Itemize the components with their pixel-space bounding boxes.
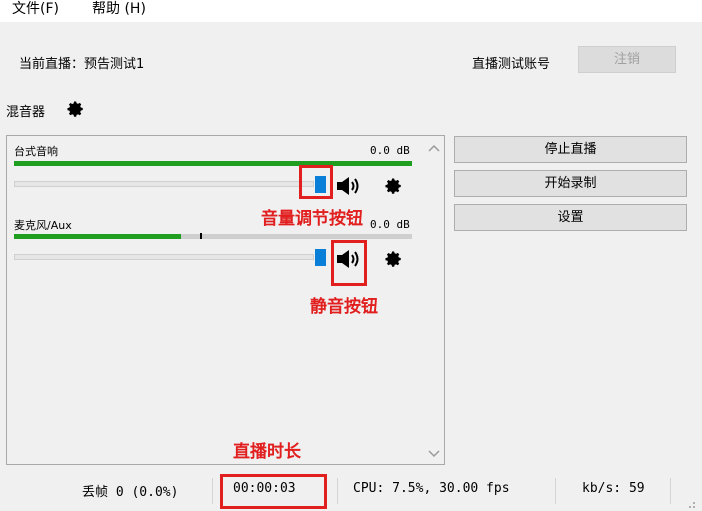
volume-annotation: 音量调节按钮 — [261, 209, 363, 229]
status-divider — [212, 478, 213, 504]
status-divider — [337, 478, 338, 504]
peak-marker — [200, 233, 202, 239]
track-db-value: 0.0 dB — [370, 218, 410, 231]
account-label: 直播测试账号 — [472, 57, 551, 72]
mixer-title: 混音器 — [6, 105, 46, 120]
volume-slider-track[interactable] — [14, 181, 314, 187]
menu-file[interactable]: 文件(F) — [12, 0, 59, 18]
duration-annotation: 直播时长 — [233, 442, 301, 462]
menu-bar: 文件(F) 帮助 (H) — [0, 0, 702, 22]
menu-help[interactable]: 帮助 (H) — [92, 0, 146, 18]
mute-annotation: 静音按钮 — [310, 297, 378, 317]
mixer-gear-icon[interactable] — [67, 100, 85, 118]
volume-highlight-box — [299, 165, 333, 199]
track-name: 台式音响 — [14, 145, 58, 158]
speaker-icon[interactable] — [336, 176, 362, 196]
scroll-down-icon[interactable] — [428, 449, 440, 459]
start-record-button[interactable]: 开始录制 — [454, 170, 687, 197]
status-divider — [670, 478, 671, 504]
volume-meter — [14, 161, 412, 166]
track-name: 麦克风/Aux — [14, 219, 72, 232]
track-gear-icon[interactable] — [385, 250, 403, 268]
scroll-up-icon[interactable] — [428, 143, 440, 153]
volume-slider-track[interactable] — [14, 254, 314, 260]
stream-time: 00:00:03 — [233, 481, 296, 496]
stop-stream-button[interactable]: 停止直播 — [454, 136, 687, 163]
track-db-value: 0.0 dB — [370, 144, 410, 157]
track-gear-icon[interactable] — [385, 177, 403, 195]
kbps: kb/s: 59 — [582, 481, 645, 496]
volume-meter — [14, 233, 412, 239]
logout-button[interactable]: 注销 — [578, 46, 676, 73]
volume-slider-handle[interactable] — [315, 249, 326, 266]
volume-meter-fill — [14, 234, 182, 239]
volume-meter-fill — [14, 161, 412, 166]
dropped-frames: 丢帧 0 (0.0%) — [82, 485, 179, 500]
current-stream-label: 当前直播：预告测试1 — [19, 57, 145, 72]
cpu-fps: CPU: 7.5%, 30.00 fps — [353, 481, 510, 496]
resize-grip-icon[interactable] — [684, 497, 696, 509]
status-divider — [555, 478, 556, 504]
settings-button[interactable]: 设置 — [454, 204, 687, 231]
mute-highlight-box — [331, 240, 367, 286]
